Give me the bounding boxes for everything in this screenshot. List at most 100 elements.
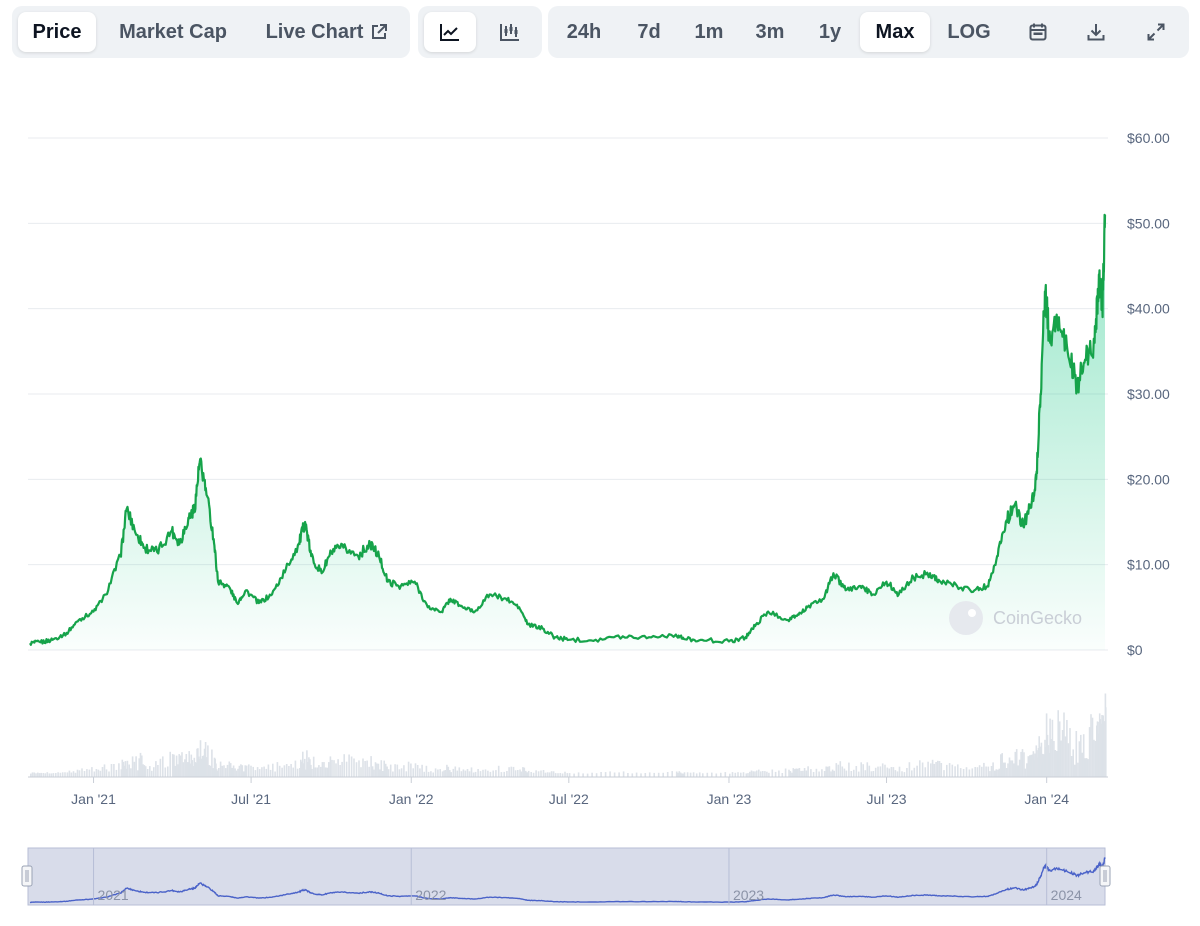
range-1m[interactable]: 1m <box>682 12 736 52</box>
volume-bar <box>446 764 448 777</box>
volume-bar <box>328 762 330 777</box>
volume-bar <box>877 766 879 777</box>
range-1y[interactable]: 1y <box>804 12 856 52</box>
volume-bar <box>998 768 1001 777</box>
volume-bar <box>1082 734 1085 777</box>
line-chart-button[interactable] <box>424 12 476 52</box>
volume-bar <box>484 769 487 777</box>
volume-bar <box>530 772 532 777</box>
volume-bar <box>954 766 956 777</box>
range-max[interactable]: Max <box>860 12 930 52</box>
volume-bar <box>377 763 380 777</box>
volume-bar <box>272 763 274 777</box>
volume-bar <box>1053 741 1055 777</box>
volume-bar <box>384 763 387 777</box>
x-axis: Jan '21 Jul '21 Jan '22 Jul '22 Jan '23 Jul '… <box>71 777 1069 807</box>
range-7d[interactable]: 7d <box>620 12 678 52</box>
volume-bar <box>376 763 378 777</box>
log-scale-toggle[interactable]: LOG <box>936 12 1002 52</box>
download-button[interactable] <box>1068 12 1124 52</box>
volume-bar <box>595 773 598 777</box>
candlestick-chart-button[interactable] <box>484 12 536 52</box>
volume-bar <box>823 771 826 777</box>
tab-live-chart-label: Live Chart <box>265 20 364 43</box>
volume-bar <box>410 763 412 777</box>
volume-bar <box>489 771 492 777</box>
volume-bar <box>218 768 220 777</box>
navigator-handle[interactable] <box>1099 865 1111 887</box>
volume-bar <box>557 773 559 777</box>
volume-bar <box>613 772 616 777</box>
volume-bar <box>758 769 760 777</box>
volume-bar <box>771 769 774 777</box>
range-24h[interactable]: 24h <box>554 12 614 52</box>
volume-bar <box>353 758 355 777</box>
volume-bar <box>554 773 557 777</box>
view-tab-group: Price Market Cap Live Chart <box>12 6 410 58</box>
volume-bar <box>430 771 432 777</box>
volume-bar <box>164 767 167 777</box>
x-tick-label: Jan '23 <box>707 791 752 807</box>
volume-bar <box>265 768 268 777</box>
range-navigator[interactable]: 2021 2022 2023 2024 <box>21 847 1111 906</box>
volume-bar <box>788 769 790 777</box>
volume-bar <box>1085 758 1088 777</box>
volume-bar <box>400 768 403 777</box>
tab-market-cap[interactable]: Market Cap <box>104 12 242 52</box>
volume-bar <box>789 771 792 777</box>
volume-bar <box>1007 763 1009 777</box>
volume-bar <box>520 771 523 777</box>
volume-bar <box>1026 763 1028 777</box>
volume-bar <box>931 759 934 777</box>
volume-bar <box>1064 736 1067 777</box>
volume-bar <box>323 762 325 777</box>
volume-bar <box>452 768 455 777</box>
price-chart[interactable]: $0 $10.00 $20.00 $30.00 $40.00 $50.00 $60.00 J… <box>0 70 1200 920</box>
volume-bar <box>248 764 250 777</box>
volume-bar <box>362 758 364 777</box>
volume-bar <box>924 767 927 777</box>
tab-price[interactable]: Price <box>18 12 96 52</box>
volume-bar <box>827 766 829 777</box>
volume-bar <box>1078 741 1081 777</box>
volume-bar <box>695 773 698 777</box>
volume-bar <box>151 770 153 777</box>
volume-bar <box>866 762 869 777</box>
volume-bar <box>921 762 924 777</box>
y-tick-label: $50.00 <box>1127 215 1170 231</box>
calendar-button[interactable] <box>1010 12 1066 52</box>
volume-bar <box>144 766 147 777</box>
volume-bar <box>1021 749 1024 777</box>
volume-bar <box>711 772 713 777</box>
navigator-handle[interactable] <box>21 865 33 887</box>
volume-bar <box>644 773 647 777</box>
volume-bar <box>1056 751 1058 777</box>
range-3m[interactable]: 3m <box>742 12 798 52</box>
coingecko-logo-icon <box>949 601 983 635</box>
volume-bar <box>828 766 831 777</box>
volume-bar <box>510 766 513 777</box>
volume-bar <box>472 772 475 777</box>
volume-bar <box>870 771 873 777</box>
tab-live-chart[interactable]: Live Chart <box>250 12 404 52</box>
navigator-year-label: 2021 <box>98 887 129 903</box>
expand-button[interactable] <box>1128 12 1184 52</box>
volume-bar <box>627 773 629 777</box>
chart-toolbar: Price Market Cap Live Chart 24h 7d 1m 3m… <box>0 6 1200 58</box>
tab-price-label: Price <box>32 20 82 43</box>
navigator-window[interactable] <box>27 847 1106 906</box>
volume-bar <box>91 767 93 777</box>
volume-bar <box>396 764 399 777</box>
volume-bar <box>908 762 911 777</box>
volume-bar <box>443 770 445 777</box>
volume-bar <box>927 761 929 777</box>
volume-bar <box>519 769 521 777</box>
volume-bar <box>1051 719 1054 777</box>
line-chart-icon <box>439 22 461 42</box>
volume-bar <box>441 771 444 777</box>
volume-bar <box>373 769 375 777</box>
navigator-year-label: 2024 <box>1051 887 1082 903</box>
volume-bar <box>807 766 809 777</box>
volume-bar <box>292 767 294 777</box>
volume-bar <box>640 773 642 777</box>
